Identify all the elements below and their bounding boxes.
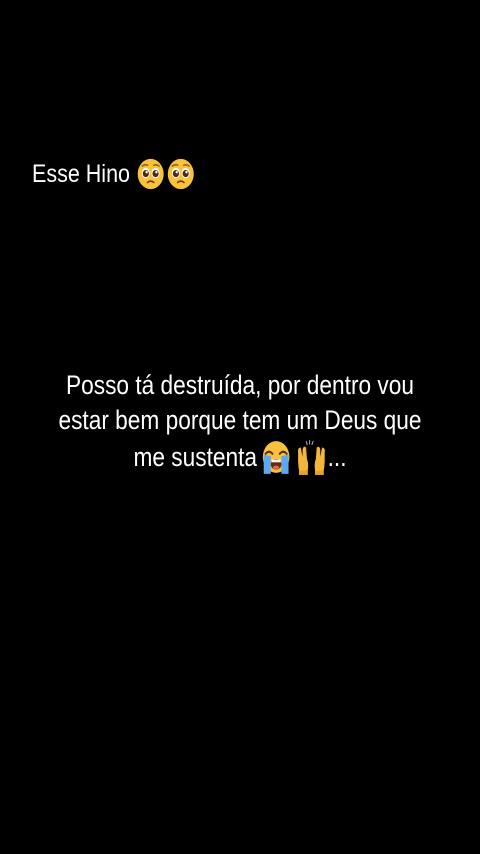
main-caption-line-2: estar bem porque tem um Deus que <box>58 405 422 435</box>
pleading-face-icon <box>137 158 164 190</box>
main-caption: Posso tá destruída, por dentro vou estar… <box>20 368 460 476</box>
top-caption-text: Esse Hino <box>32 160 130 188</box>
main-caption-line-3-text: me sustenta <box>133 441 258 472</box>
loudly-crying-face-icon <box>263 441 290 474</box>
story-canvas: Esse Hino Posso tá destruída, por dentro… <box>0 0 480 854</box>
raising-hands-icon <box>298 440 326 475</box>
top-caption: Esse Hino <box>32 154 195 194</box>
main-caption-line-1: Posso tá destruída, por dentro vou <box>66 370 414 400</box>
main-caption-line-3: me sustenta ... <box>55 438 425 476</box>
pleading-face-icon <box>167 158 194 190</box>
main-caption-ellipsis: ... <box>327 441 347 472</box>
